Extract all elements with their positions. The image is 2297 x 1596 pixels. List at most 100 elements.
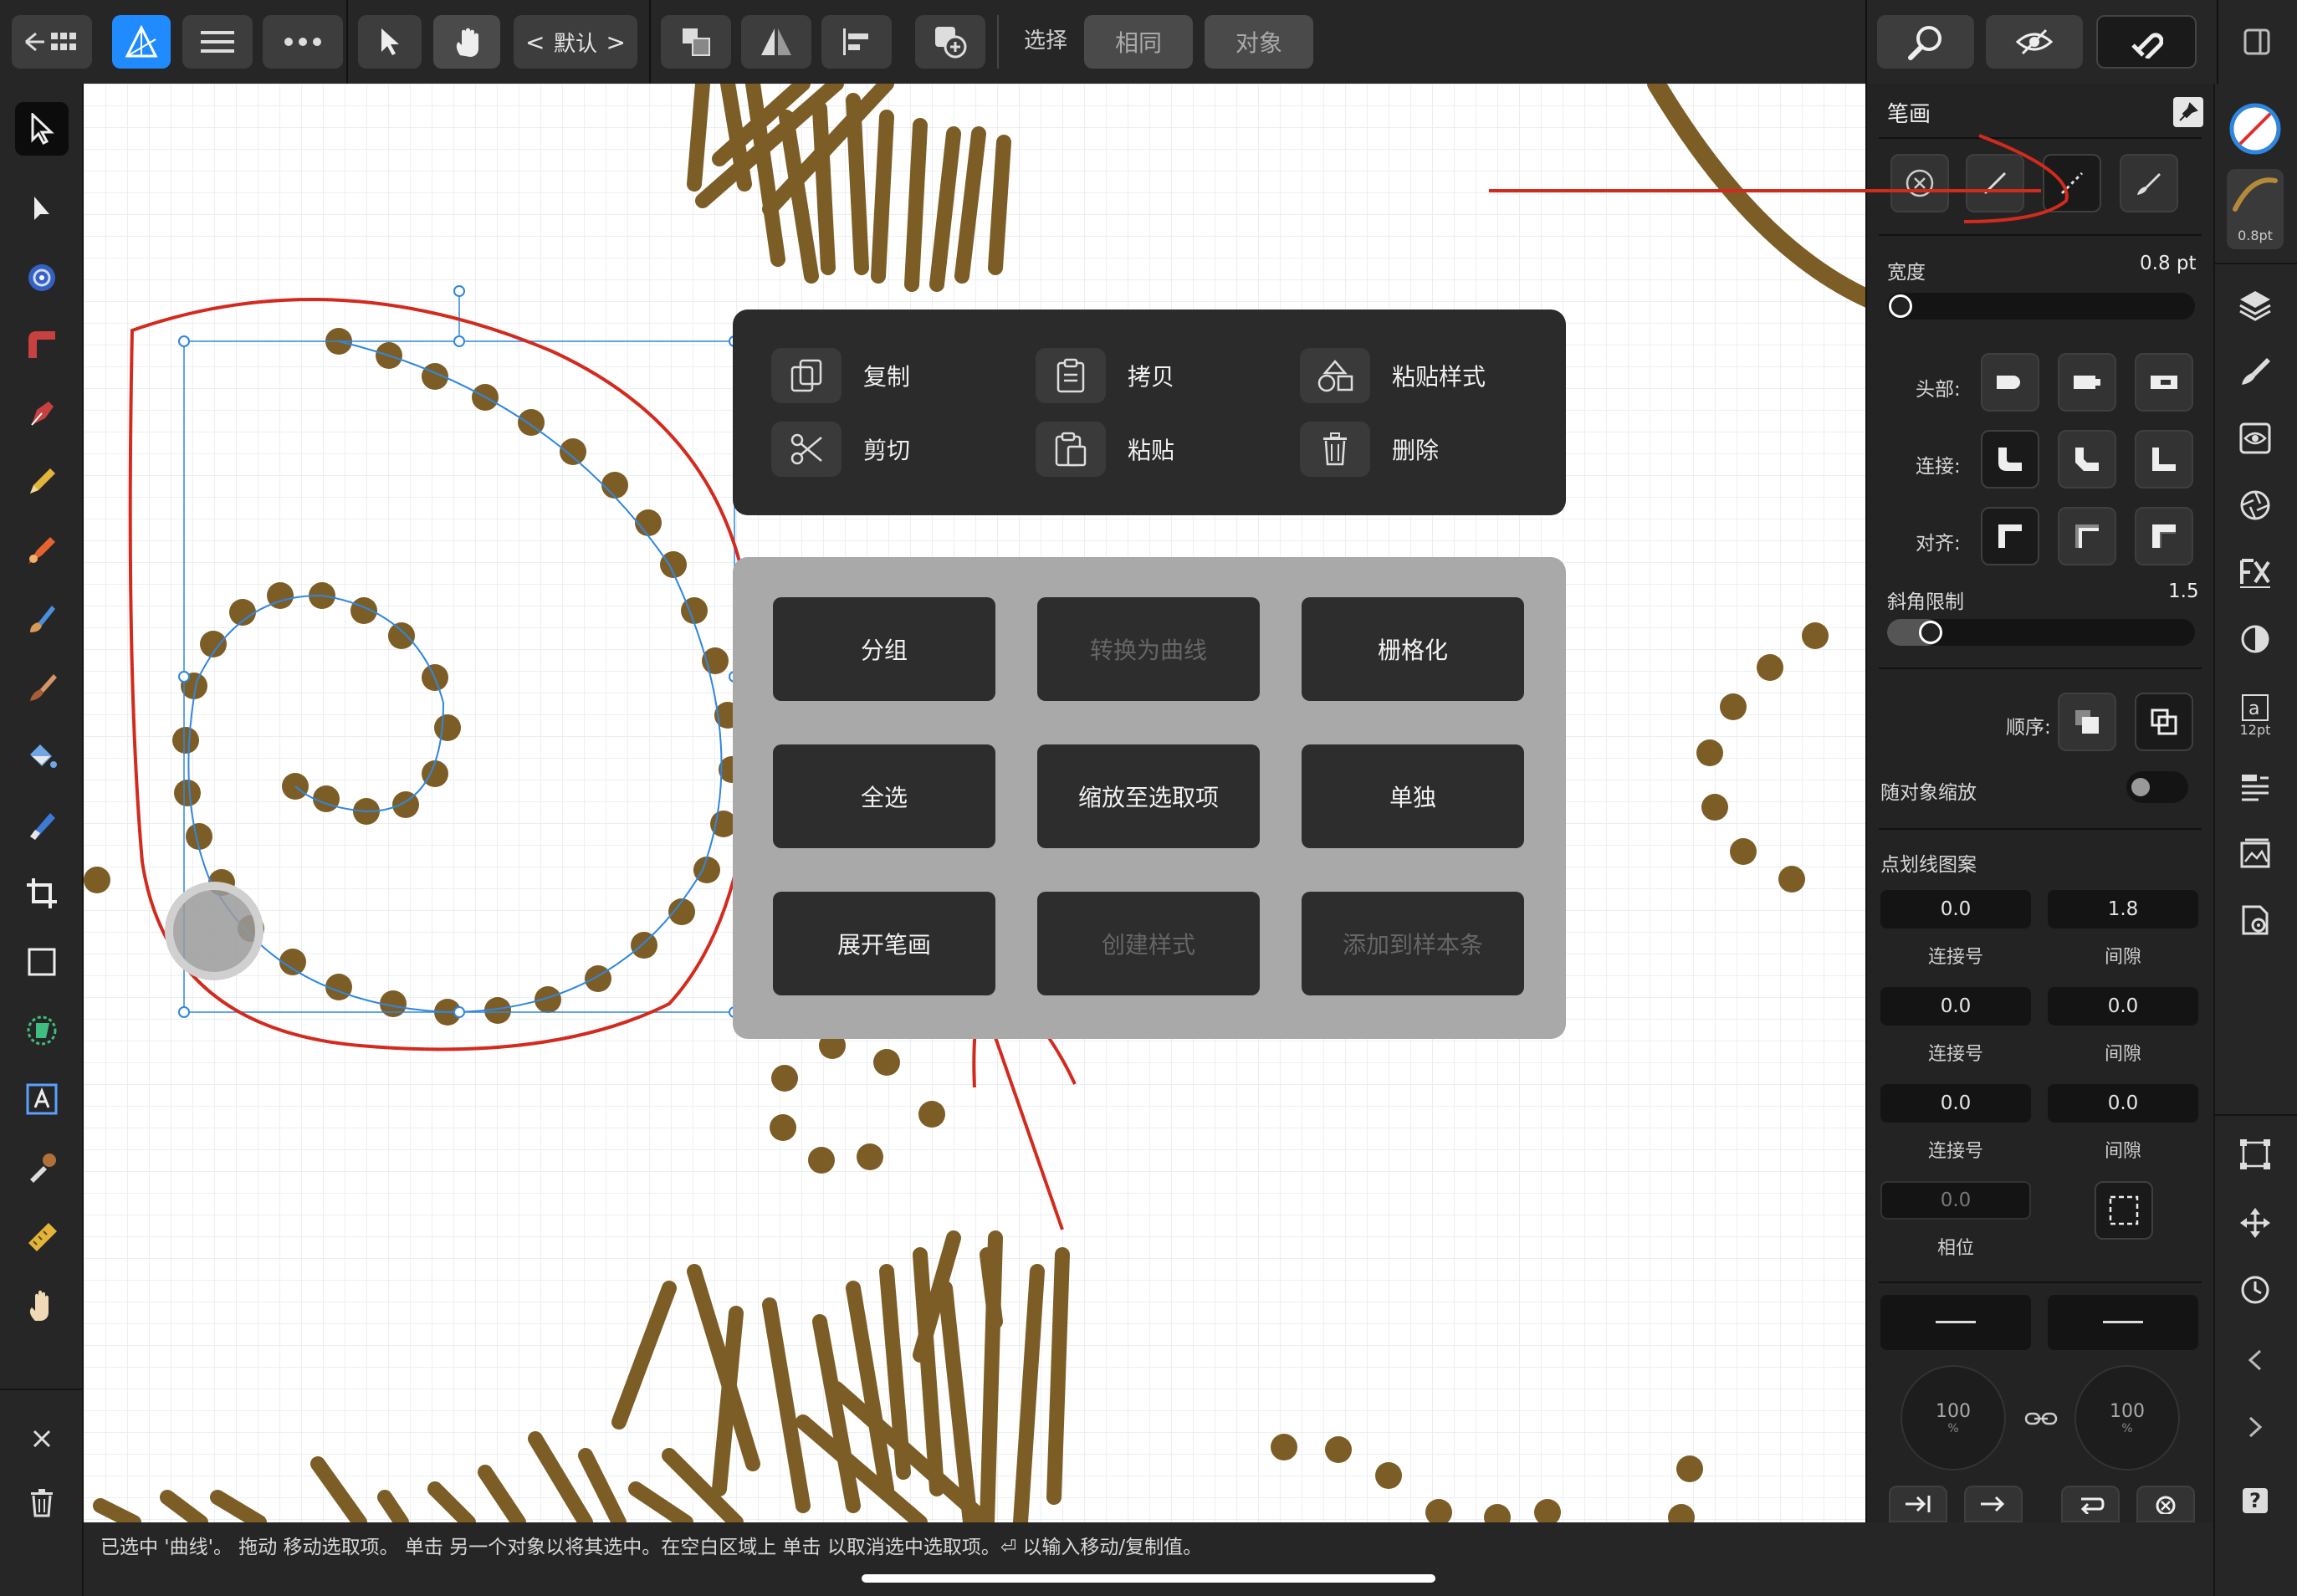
stroke-dash-button[interactable] bbox=[2043, 154, 2101, 212]
dash-2-field[interactable]: 0.0 bbox=[1880, 987, 2031, 1026]
create-style-button[interactable]: 创建样式 bbox=[1037, 892, 1260, 995]
flip-button[interactable] bbox=[741, 15, 811, 69]
fill-brush-tool[interactable] bbox=[15, 592, 69, 646]
rasterize-button[interactable]: 栅格化 bbox=[1302, 597, 1524, 701]
menu-button[interactable] bbox=[182, 15, 253, 69]
end-scale-dial[interactable]: 100 % bbox=[2074, 1365, 2180, 1471]
view-mode-button[interactable] bbox=[1986, 15, 2083, 69]
start-scale-dial[interactable]: 100 % bbox=[1901, 1365, 2006, 1471]
fx-studio-button[interactable] bbox=[2227, 544, 2284, 601]
app-logo[interactable] bbox=[112, 15, 171, 69]
appearance-studio-button[interactable] bbox=[2227, 410, 2284, 467]
rectangle-tool[interactable] bbox=[15, 935, 69, 989]
order-behind-button[interactable] bbox=[2058, 693, 2116, 751]
text-frame-studio-button[interactable] bbox=[2227, 758, 2284, 815]
align-outside-button[interactable] bbox=[2135, 507, 2193, 565]
close-tool-button[interactable] bbox=[15, 1412, 69, 1466]
order-front-button[interactable] bbox=[2135, 693, 2193, 751]
select-all-button[interactable]: 全选 bbox=[773, 744, 995, 848]
history-studio-button[interactable] bbox=[2227, 1261, 2284, 1318]
dash-1-field[interactable]: 0.0 bbox=[1880, 890, 2031, 928]
color-swatch-button[interactable] bbox=[2227, 100, 2284, 157]
isolate-button[interactable]: 单独 bbox=[1302, 744, 1524, 848]
gap-1-field[interactable]: 1.8 bbox=[2048, 890, 2198, 928]
vector-brush-tool[interactable] bbox=[15, 524, 69, 577]
stock-studio-button[interactable] bbox=[2227, 825, 2284, 882]
align-center-button[interactable] bbox=[1981, 507, 2039, 565]
link-icon[interactable] bbox=[2024, 1409, 2058, 1429]
width-slider-thumb[interactable] bbox=[1889, 294, 1912, 318]
join-miter-button[interactable] bbox=[2135, 430, 2193, 489]
boolean-add-button[interactable] bbox=[915, 15, 985, 69]
corner-tool[interactable] bbox=[15, 318, 69, 371]
trash-button[interactable] bbox=[15, 1476, 69, 1529]
brushes-studio-button[interactable] bbox=[2227, 343, 2284, 400]
miter-slider[interactable] bbox=[1887, 619, 2195, 646]
move-tool[interactable] bbox=[15, 102, 69, 156]
home-indicator[interactable] bbox=[862, 1574, 1435, 1583]
gap-3-field[interactable]: 0.0 bbox=[2048, 1084, 2198, 1123]
help-button[interactable]: ? bbox=[2227, 1472, 2284, 1529]
convert-to-curves-button[interactable]: 转换为曲线 bbox=[1037, 597, 1260, 701]
pen-tool[interactable] bbox=[15, 386, 69, 440]
cap-square-button[interactable] bbox=[2058, 353, 2116, 412]
duplicate-item[interactable]: 拷贝 bbox=[1036, 348, 1174, 403]
swap-arrows-button[interactable] bbox=[2061, 1486, 2120, 1522]
select-same-button[interactable]: 相同 bbox=[1084, 15, 1193, 69]
gap-2-field[interactable]: 0.0 bbox=[2048, 987, 2198, 1026]
preset-next-icon[interactable]: > bbox=[606, 28, 626, 56]
zoom-to-selection-button[interactable]: 缩放至选取项 bbox=[1037, 744, 1260, 848]
snapping-button[interactable] bbox=[2096, 15, 2197, 69]
stroke-none-button[interactable] bbox=[1890, 154, 1949, 212]
arrange-button[interactable] bbox=[661, 15, 731, 69]
paste-style-item[interactable]: 粘贴样式 bbox=[1300, 348, 1486, 403]
copy-item[interactable]: 复制 bbox=[771, 348, 910, 403]
transparency-studio-button[interactable] bbox=[2227, 477, 2284, 534]
add-to-swatches-button[interactable]: 添加到样本条 bbox=[1302, 892, 1524, 995]
preset-selector[interactable]: < 默认 > bbox=[514, 15, 637, 69]
expand-stroke-button[interactable]: 展开笔画 bbox=[773, 892, 995, 995]
start-arrowhead-button[interactable] bbox=[1880, 1295, 2031, 1350]
cap-butt-button[interactable] bbox=[1981, 353, 2039, 412]
delete-item[interactable]: 删除 bbox=[1300, 422, 1439, 477]
view-tool[interactable] bbox=[15, 1278, 69, 1332]
touch-mode-button[interactable] bbox=[433, 15, 500, 69]
more-button[interactable] bbox=[263, 15, 343, 69]
select-object-button[interactable]: 对象 bbox=[1205, 15, 1313, 69]
crop-tool[interactable] bbox=[15, 867, 69, 920]
stroke-solid-button[interactable] bbox=[1966, 154, 2024, 212]
zoom-button[interactable] bbox=[1877, 15, 1974, 69]
color-picker-tool[interactable] bbox=[15, 1141, 69, 1194]
shape-tool[interactable] bbox=[15, 1004, 69, 1057]
paste-item[interactable]: 粘贴 bbox=[1036, 422, 1174, 477]
color-studio-button[interactable] bbox=[2227, 611, 2284, 668]
join-bevel-button[interactable] bbox=[2058, 430, 2116, 489]
pencil-tool[interactable] bbox=[15, 455, 69, 509]
group-button[interactable]: 分组 bbox=[773, 597, 995, 701]
stroke-preview-button[interactable]: 0.8pt bbox=[2227, 169, 2284, 249]
width-slider[interactable] bbox=[1887, 293, 2195, 320]
navigator-studio-button[interactable] bbox=[2227, 1194, 2284, 1251]
pixel-brush-tool[interactable] bbox=[15, 661, 69, 714]
node-tool[interactable] bbox=[15, 182, 69, 236]
pin-button[interactable] bbox=[2173, 97, 2203, 127]
preset-prev-icon[interactable]: < bbox=[525, 28, 545, 56]
measure-tool[interactable] bbox=[15, 1210, 69, 1263]
arrow-outside-button[interactable] bbox=[1964, 1486, 2023, 1522]
phase-field[interactable]: 0.0 bbox=[1880, 1181, 2031, 1220]
gradient-tool[interactable] bbox=[15, 798, 69, 852]
cap-flat-button[interactable] bbox=[2135, 353, 2193, 412]
studio-toggle-button[interactable] bbox=[2232, 15, 2282, 69]
stroke-brush-button[interactable] bbox=[2120, 154, 2178, 212]
end-arrowhead-button[interactable] bbox=[2048, 1295, 2198, 1350]
pointer-mode-button[interactable] bbox=[358, 15, 422, 69]
layers-studio-button[interactable] bbox=[2227, 276, 2284, 333]
arrow-inside-button[interactable] bbox=[1889, 1486, 1947, 1522]
point-transform-tool[interactable] bbox=[15, 251, 69, 304]
scale-with-object-toggle[interactable] bbox=[2126, 771, 2188, 803]
align-button[interactable] bbox=[821, 15, 892, 69]
text-styles-studio-button[interactable]: a 12pt bbox=[2227, 678, 2284, 753]
back-home-button[interactable] bbox=[12, 15, 92, 69]
clear-arrows-button[interactable] bbox=[2136, 1486, 2195, 1522]
align-inside-button[interactable] bbox=[2058, 507, 2116, 565]
